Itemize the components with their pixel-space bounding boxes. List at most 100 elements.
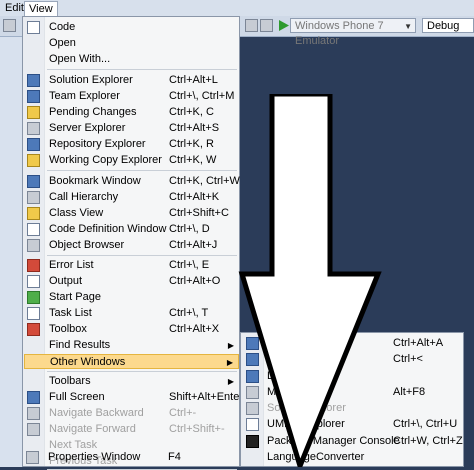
other-windows-submenu: C Ctrl+Alt+A W Ctrl+< Lay Macr Alt+F8 So…	[240, 332, 464, 467]
submenu-item-label: Lay	[267, 370, 285, 382]
menu-item-label: Start Page	[49, 291, 101, 303]
menu-item-call-hierarchy[interactable]: Call Hierarchy Ctrl+Alt+K	[24, 190, 239, 205]
menu-item-label: Properties Window	[48, 451, 141, 463]
menu-item-other-windows[interactable]: Other Windows ▶	[24, 354, 239, 369]
menu-item-shortcut: Ctrl+Alt+J	[169, 239, 218, 251]
menu-item-toolbox[interactable]: Toolbox Ctrl+Alt+X	[24, 322, 239, 337]
submenu-item-macro[interactable]: Macr Alt+F8	[242, 385, 462, 400]
menu-item-find-results[interactable]: Find Results ▶	[24, 338, 239, 353]
menu-item-label: Team Explorer	[49, 90, 120, 102]
submenu-item-uml-model-explorer[interactable]: UML Mo xplorer Ctrl+\, Ctrl+U	[242, 417, 462, 432]
submenu-item[interactable]: C Ctrl+Alt+A	[242, 336, 462, 351]
submenu-item-shortcut: Ctrl+\, Ctrl+U	[393, 418, 458, 430]
menu-bar: Edit View	[0, 0, 474, 17]
menu-item-task-list[interactable]: Task List Ctrl+\, T	[24, 306, 239, 321]
menu-item-repository-explorer[interactable]: Repository Explorer Ctrl+K, R	[24, 137, 239, 152]
task-list-icon	[27, 307, 40, 320]
toolbar-icon[interactable]	[245, 19, 258, 32]
full-screen-icon	[27, 391, 40, 404]
menu-item-server-explorer[interactable]: Server Explorer Ctrl+Alt+S	[24, 121, 239, 136]
menu-item-shortcut: Ctrl+\, T	[169, 307, 209, 319]
menu-item-open[interactable]: Open	[24, 36, 239, 51]
submenu-item-label: C	[267, 337, 275, 349]
submenu-item[interactable]: W Ctrl+<	[242, 352, 462, 367]
menu-item-shortcut: Ctrl+K, C	[169, 106, 214, 118]
toolbar-icon[interactable]	[3, 19, 16, 32]
team-explorer-icon	[27, 90, 40, 103]
submenu-item-package-manager-console[interactable]: Package Manager Console Ctrl+W, Ctrl+Z	[242, 434, 463, 449]
menu-item-shortcut: Ctrl+\, E	[169, 259, 210, 271]
menu-item-shortcut: Ctrl+Alt+X	[169, 323, 220, 335]
layers-icon	[246, 370, 259, 383]
properties-icon	[26, 451, 39, 464]
submenu-item-source-explorer[interactable]: Source Explorer	[242, 401, 462, 416]
menu-item-shortcut: F4	[168, 451, 181, 463]
menu-item-label: Pending Changes	[49, 106, 137, 118]
menu-item-navigate-backward[interactable]: Navigate Backward Ctrl+-	[24, 406, 239, 421]
editor-left-strip	[0, 37, 22, 467]
menu-item-label: Object Browser	[49, 239, 125, 251]
menu-item-label: Code Definition Window	[49, 223, 167, 235]
menu-item-working-copy-explorer[interactable]: Working Copy Explorer Ctrl+K, W	[24, 153, 239, 168]
menu-item-label: Repository Explorer	[49, 138, 146, 150]
menu-item-shortcut: Ctrl+Shift+-	[169, 423, 225, 435]
menu-item-shortcut: Ctrl+K, Ctrl+W	[169, 175, 240, 187]
config-combo-label: Debug	[427, 20, 460, 32]
menu-item-shortcut: Ctrl+\, D	[169, 223, 210, 235]
object-browser-icon	[27, 239, 40, 252]
menu-item-toolbars[interactable]: Toolbars ▶	[24, 374, 239, 389]
menu-separator	[47, 371, 237, 372]
menu-item-output[interactable]: Output Ctrl+Alt+O	[24, 274, 239, 289]
submenu-item-label: W	[267, 353, 278, 365]
submenu-item-language-converter[interactable]: LanguageConverter	[242, 450, 462, 465]
call-hierarchy-icon	[27, 191, 40, 204]
menu-item-label: Toolbox	[49, 323, 87, 335]
config-combo[interactable]: Debug	[422, 18, 474, 33]
menu-item-shortcut: Ctrl+Alt+O	[169, 275, 221, 287]
uml-icon	[246, 418, 259, 431]
window-icon	[246, 353, 259, 366]
submenu-item-layers[interactable]: Lay	[242, 369, 462, 384]
code-icon	[27, 21, 40, 34]
start-debug-icon[interactable]	[277, 19, 290, 32]
code-definition-icon	[27, 223, 40, 236]
menu-item-label: Task List	[49, 307, 92, 319]
menu-item-label: Open	[49, 37, 76, 49]
toolbar-icon[interactable]	[260, 19, 273, 32]
menu-item-label: Other Windows	[50, 356, 126, 368]
console-icon	[246, 435, 259, 448]
navigate-backward-icon	[27, 407, 40, 420]
menu-item-label: Output	[49, 275, 83, 287]
menu-item-pending-changes[interactable]: Pending Changes Ctrl+K, C	[24, 105, 239, 120]
menu-item-label: Navigate Forward	[49, 423, 136, 435]
view-menu: Code Open Open With... Solution Explorer…	[22, 16, 243, 470]
menu-item-shortcut: Ctrl+K, R	[169, 138, 214, 150]
menu-item-solution-explorer[interactable]: Solution Explorer Ctrl+Alt+L	[24, 73, 239, 88]
menu-item-label: Working Copy Explorer	[49, 154, 162, 166]
menu-item-properties-window[interactable]: Properties Window F4	[23, 450, 238, 465]
menu-view[interactable]: View	[24, 1, 58, 17]
submenu-item-label: Macr	[267, 386, 292, 398]
menu-item-start-page[interactable]: Start Page	[24, 290, 239, 305]
menu-item-full-screen[interactable]: Full Screen Shift+Alt+Enter	[24, 390, 243, 405]
device-combo[interactable]: Windows Phone 7 Emulator ▼	[290, 18, 416, 47]
pending-changes-icon	[27, 106, 40, 119]
menu-item-class-view[interactable]: Class View Ctrl+Shift+C	[24, 206, 239, 221]
menu-item-team-explorer[interactable]: Team Explorer Ctrl+\, Ctrl+M	[24, 89, 239, 104]
menu-item-object-browser[interactable]: Object Browser Ctrl+Alt+J	[24, 238, 239, 253]
menu-item-code[interactable]: Code	[24, 20, 239, 35]
menu-item-bookmark-window[interactable]: Bookmark Window Ctrl+K, Ctrl+W	[24, 174, 240, 189]
menu-item-label: Bookmark Window	[49, 175, 141, 187]
macro-icon	[246, 386, 259, 399]
menu-item-error-list[interactable]: Error List Ctrl+\, E	[24, 258, 239, 273]
submenu-item-shortcut: Ctrl+<	[393, 353, 423, 365]
menu-item-label: Call Hierarchy	[49, 191, 119, 203]
menu-item-code-definition-window[interactable]: Code Definition Window Ctrl+\, D	[24, 222, 239, 237]
menu-item-navigate-forward[interactable]: Navigate Forward Ctrl+Shift+-	[24, 422, 239, 437]
menu-separator	[47, 69, 237, 70]
submenu-item-label: Package Manager Console	[267, 435, 400, 447]
menu-item-shortcut: Ctrl+K, W	[169, 154, 217, 166]
menu-item-label: Server Explorer	[49, 122, 126, 134]
menu-item-open-with[interactable]: Open With...	[24, 52, 239, 67]
source-explorer-icon	[246, 402, 259, 415]
